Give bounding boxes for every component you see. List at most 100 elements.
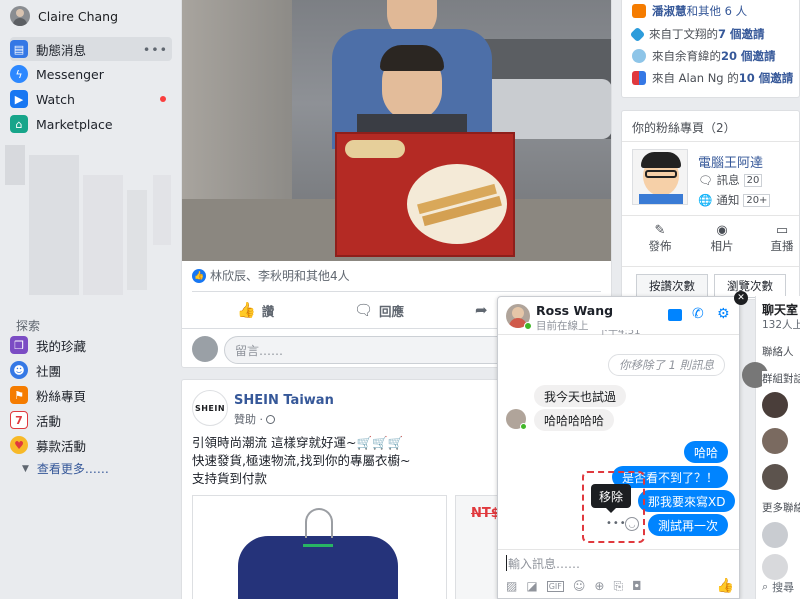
- incoming-message[interactable]: 我今天也試過: [534, 385, 627, 407]
- post-text: 引領時尚潮流 這樣穿就好運~🛒🛒🛒 快速發貨,極速物流,找到你的專屬衣櫥~ 支持…: [192, 435, 411, 486]
- sidebar-item-news-feed[interactable]: ▤ 動態消息 •••: [10, 37, 172, 61]
- page-name-link[interactable]: SHEIN Taiwan: [234, 393, 334, 408]
- game-icon: [632, 49, 646, 63]
- outgoing-message[interactable]: 測試再一次: [648, 514, 729, 536]
- timestamp: 下午4:51: [598, 330, 641, 337]
- contacts-label: 聯絡人: [762, 346, 794, 358]
- video-call-icon[interactable]: [668, 309, 682, 321]
- tab-likes[interactable]: 按讚次數: [636, 274, 708, 298]
- price-tag: NT$: [471, 506, 500, 521]
- left-sidebar: Claire Chang ▤ 動態消息 ••• ϟ Messenger ▶ Wa…: [0, 0, 180, 599]
- pages-title: 你的粉絲專頁（2）: [632, 121, 736, 135]
- outgoing-message[interactable]: 哈哈: [684, 441, 729, 463]
- removed-message-notice: 你移除了 1 則訊息: [608, 354, 726, 376]
- thumbs-up-icon: 👍: [237, 301, 256, 319]
- publish-button[interactable]: ✎ 發佈: [640, 223, 680, 254]
- like-button[interactable]: 👍 讚: [237, 299, 274, 321]
- reaction-summary[interactable]: 👍 林欣辰、李秋明和其他4人: [192, 267, 350, 284]
- chat-contact-name[interactable]: Ross Wang: [536, 303, 613, 318]
- tab-views[interactable]: 瀏覽次數: [714, 274, 786, 298]
- contact-avatar[interactable]: [762, 522, 788, 548]
- incoming-message[interactable]: 哈哈哈哈哈: [534, 409, 615, 431]
- video-icon: ▭: [775, 223, 789, 238]
- invite-row[interactable]: 來自 Alan Ng 的 10 個邀請: [632, 70, 793, 86]
- saved-icon: ❒: [10, 336, 28, 354]
- live-button[interactable]: ▭ 直播: [762, 223, 800, 254]
- events-icon: 7: [10, 411, 28, 429]
- emoji-icon[interactable]: ☺: [573, 579, 586, 593]
- edit-icon: ✎: [654, 223, 666, 238]
- camera-icon: ◉: [716, 223, 728, 238]
- contact-avatar[interactable]: [762, 392, 788, 418]
- product-box: [335, 132, 515, 257]
- search-icon: ⌕: [762, 580, 769, 593]
- gift-icon: [632, 4, 646, 18]
- sidebar-item-marketplace[interactable]: ⌂ Marketplace: [10, 112, 172, 136]
- profile-link[interactable]: Claire Chang: [10, 5, 170, 27]
- notifications-count-badge: 20+: [743, 193, 771, 207]
- page-messages[interactable]: 🗨 訊息 20: [698, 172, 763, 188]
- contact-avatar[interactable]: [762, 554, 788, 580]
- invite-row[interactable]: 來自余育緯的 20 個邀請: [632, 48, 776, 64]
- see-more-link[interactable]: ▼ 查看更多……: [22, 460, 109, 477]
- gear-icon[interactable]: ⚙: [717, 306, 730, 322]
- gif-icon[interactable]: GIF: [546, 580, 564, 592]
- sidebar-item-pages[interactable]: ⚑ 粉絲專頁: [10, 383, 172, 407]
- sidebar-item-fundraisers[interactable]: ♥ 募款活動: [10, 433, 172, 457]
- photo-icon[interactable]: ▨: [506, 579, 517, 593]
- invite-row[interactable]: 來自丁文翔的 7 個邀請: [629, 26, 765, 42]
- avatar: [10, 6, 30, 26]
- messages-count-badge: 20: [743, 173, 763, 187]
- shein-logo[interactable]: SHEIN: [192, 390, 228, 426]
- explore-title: 探索: [16, 319, 41, 333]
- marketplace-icon: ⌂: [10, 115, 28, 133]
- close-icon[interactable]: ✕: [734, 291, 748, 305]
- share-button[interactable]: ➦: [475, 299, 494, 321]
- page-name-link[interactable]: 電腦王阿達: [698, 152, 763, 171]
- emoji-reaction-icon[interactable]: ◡: [625, 517, 639, 531]
- chat-search[interactable]: ⌕ 搜尋: [762, 579, 794, 595]
- message-input[interactable]: 輸入訊息……: [506, 555, 731, 571]
- like-send-icon[interactable]: 👍: [717, 578, 734, 594]
- more-options-icon[interactable]: •••: [143, 42, 168, 57]
- photo-button[interactable]: ◉ 相片: [702, 223, 742, 254]
- like-reaction-icon: 👍: [192, 268, 206, 283]
- birthday-row[interactable]: 潘淑慧 和其他 6 人: [632, 3, 747, 19]
- online-count: 132人上: [762, 319, 800, 331]
- sidebar-item-watch[interactable]: ▶ Watch: [10, 87, 172, 111]
- outgoing-message[interactable]: 那我要來寫XD: [638, 490, 736, 512]
- globe-icon: [266, 414, 275, 424]
- camera-icon[interactable]: ◘: [632, 579, 642, 593]
- sticker-icon[interactable]: ◪: [526, 579, 537, 593]
- comment-button[interactable]: 🗨 回應: [354, 299, 404, 321]
- comment-icon: 🗨: [354, 301, 374, 319]
- composer-toolbar: ▨ ◪ GIF ☺ ⊕ ⎘ ◘ 👍: [506, 578, 734, 594]
- contact-avatar[interactable]: [762, 428, 788, 454]
- attachment-icon[interactable]: ⎘: [613, 579, 623, 594]
- page-notifications[interactable]: 🌐 通知 20+: [698, 192, 771, 208]
- contact-avatar[interactable]: [762, 464, 788, 490]
- commenter-avatar: [192, 336, 218, 362]
- your-pages-card: 你的粉絲專頁（2） 電腦王阿達 🗨 訊息 20 🌐 通知 20+ ✎ 發佈 ◉ …: [621, 110, 800, 300]
- groups-icon: ☻: [10, 361, 28, 379]
- sidebar-item-groups[interactable]: ☻ 社團: [10, 358, 172, 382]
- chat-sidebar-title: 聊天室: [762, 303, 799, 317]
- page-avatar[interactable]: [632, 149, 688, 205]
- game-icon[interactable]: ⊕: [594, 579, 604, 593]
- sidebar-item-events[interactable]: 7 活動: [10, 408, 172, 432]
- carousel-item[interactable]: [192, 495, 447, 599]
- sidebar-item-saved[interactable]: ❒ 我的珍藏: [10, 333, 172, 357]
- messenger-icon: ϟ: [10, 65, 28, 83]
- chat-window: Ross Wang 目前在線上 ✆ ⚙ ✕ 下午4:51 你移除了 1 則訊息 …: [497, 291, 748, 599]
- more-contacts-label: 更多聯絡: [762, 502, 800, 514]
- phone-icon[interactable]: ✆: [692, 306, 704, 322]
- sidebar-item-messenger[interactable]: ϟ Messenger: [10, 62, 172, 86]
- pages-icon: ⚑: [10, 386, 28, 404]
- blurred-shortcuts: [5, 145, 175, 305]
- more-actions-icon[interactable]: •••: [606, 518, 627, 529]
- post-photo[interactable]: [182, 0, 611, 261]
- online-indicator: [520, 423, 527, 430]
- notification-dot: [160, 96, 166, 102]
- globe-icon: 🌐: [698, 193, 713, 207]
- online-indicator: [524, 322, 532, 330]
